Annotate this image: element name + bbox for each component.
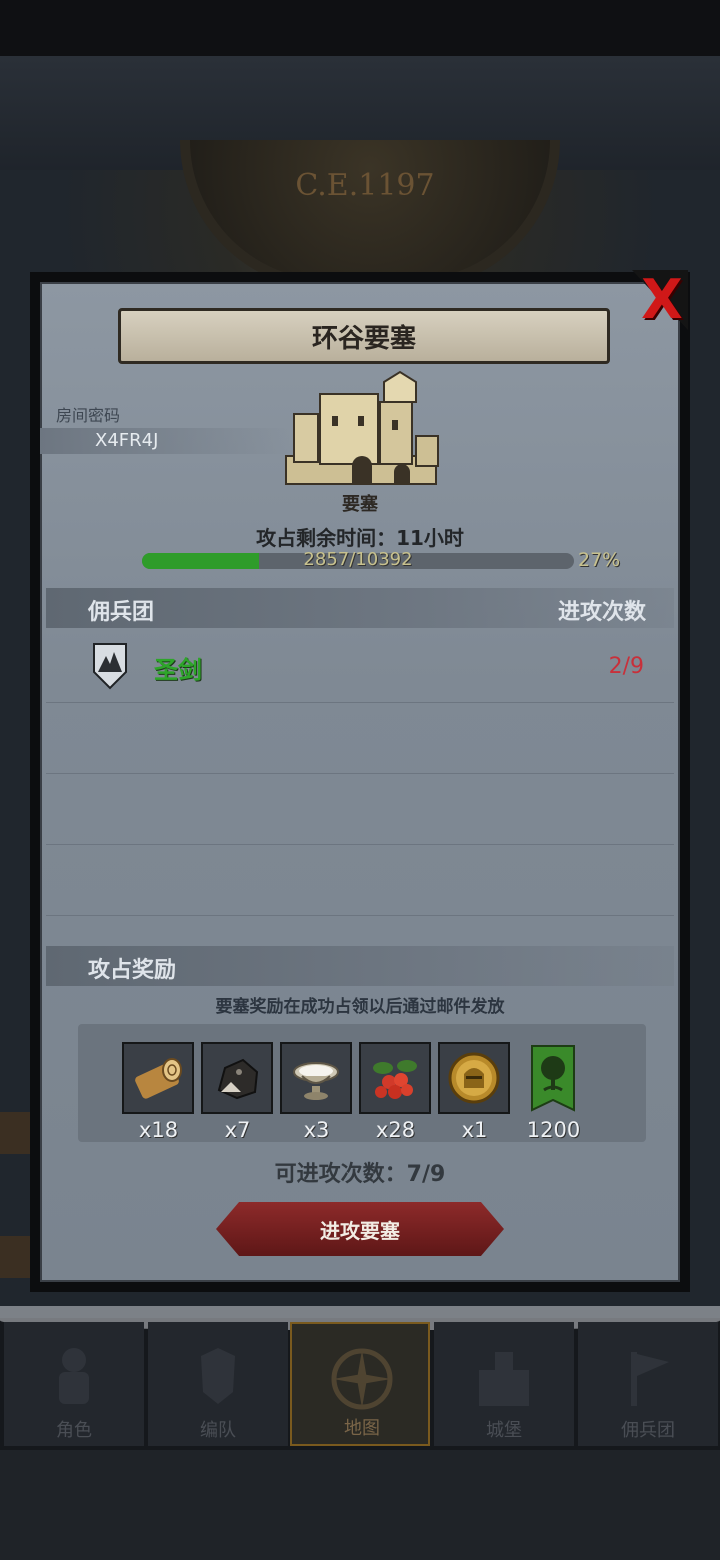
reward-item[interactable]: x3 [280, 1042, 353, 1142]
nav-label: 地图 [344, 1418, 380, 1439]
nav-label: 编队 [200, 1420, 236, 1441]
dialog-title: 环谷要塞 [118, 308, 610, 364]
berries-icon [373, 1060, 417, 1099]
nav-label: 角色 [56, 1420, 92, 1441]
list-item[interactable]: 圣剑 2/9 [46, 632, 674, 703]
attack-count-header-label: 进攻次数 [557, 600, 646, 625]
nav-label: 城堡 [486, 1420, 522, 1441]
reward-qty: x18 [138, 1118, 179, 1142]
room-code-label: 房间密码 [56, 406, 121, 425]
reward-item[interactable]: 1200 [517, 1042, 590, 1142]
knight-icon [59, 1348, 89, 1404]
mercenary-header-label: 佣兵团 [88, 600, 155, 625]
status-bar [0, 0, 720, 56]
reward-item[interactable]: x28 [359, 1042, 432, 1142]
tree-banner-icon [531, 1045, 575, 1112]
remaining-time: 攻占剩余时间：11小时 [256, 526, 464, 550]
mountain-shield-icon [93, 643, 127, 690]
mercenary-attack-count: 2/9 [608, 654, 644, 679]
wood-log-icon [135, 1058, 182, 1099]
salt-bowl-icon [293, 1062, 339, 1100]
reward-note: 要塞奖励在成功占领以后通过邮件发放 [215, 997, 505, 1017]
reward-header-label: 攻占奖励 [88, 958, 177, 983]
compass-icon [331, 1348, 393, 1410]
reward-items: x18 x7 x3 x28 x1 1200 [122, 1042, 596, 1142]
side-hint-tab [0, 1112, 32, 1154]
fortress-castle-icon [285, 370, 439, 485]
mercenary-list: 圣剑 2/9 [46, 632, 674, 916]
capture-progress-text: 2857/10392 [303, 549, 413, 570]
reward-qty: x1 [461, 1118, 488, 1142]
reward-qty: x28 [375, 1118, 416, 1142]
mercenary-name: 圣剑 [154, 656, 202, 684]
castle-icon [479, 1352, 529, 1406]
attack-fortress-button[interactable]: 进攻要塞 [216, 1202, 504, 1256]
side-hint-tab-2 [0, 1236, 32, 1278]
knight-helmet-coin-icon [448, 1052, 500, 1104]
reward-qty: x7 [224, 1118, 251, 1142]
reward-item[interactable]: x7 [201, 1042, 274, 1142]
capture-progress-percent: 27% [578, 549, 621, 571]
mercenary-icon [631, 1352, 669, 1406]
armor-icon [201, 1348, 235, 1404]
close-icon[interactable]: X [636, 272, 688, 328]
reward-qty: 1200 [526, 1118, 581, 1142]
list-item-empty [46, 774, 674, 845]
system-nav-area [0, 1450, 720, 1560]
reward-item[interactable]: x1 [438, 1042, 511, 1142]
nav-tab-character[interactable]: 角色 [4, 1322, 144, 1446]
building-name: 要塞 [342, 494, 378, 515]
reward-qty: x3 [303, 1118, 330, 1142]
nav-tab-map[interactable]: 地图 [290, 1322, 430, 1446]
nav-tab-castle[interactable]: 城堡 [434, 1322, 574, 1446]
list-item-empty [46, 703, 674, 774]
ore-rock-icon [217, 1058, 259, 1100]
era-text: C.E.1197 [295, 168, 435, 203]
available-attempts: 可进攻次数：7/9 [274, 1162, 446, 1187]
nav-tab-formation[interactable]: 编队 [148, 1322, 288, 1446]
nav-label: 佣兵团 [621, 1420, 675, 1441]
reward-item[interactable]: x18 [122, 1042, 195, 1142]
room-code-value: X4FR4J [40, 428, 290, 454]
nav-tab-mercenary[interactable]: 佣兵团 [578, 1322, 718, 1446]
list-item-empty [46, 845, 674, 916]
